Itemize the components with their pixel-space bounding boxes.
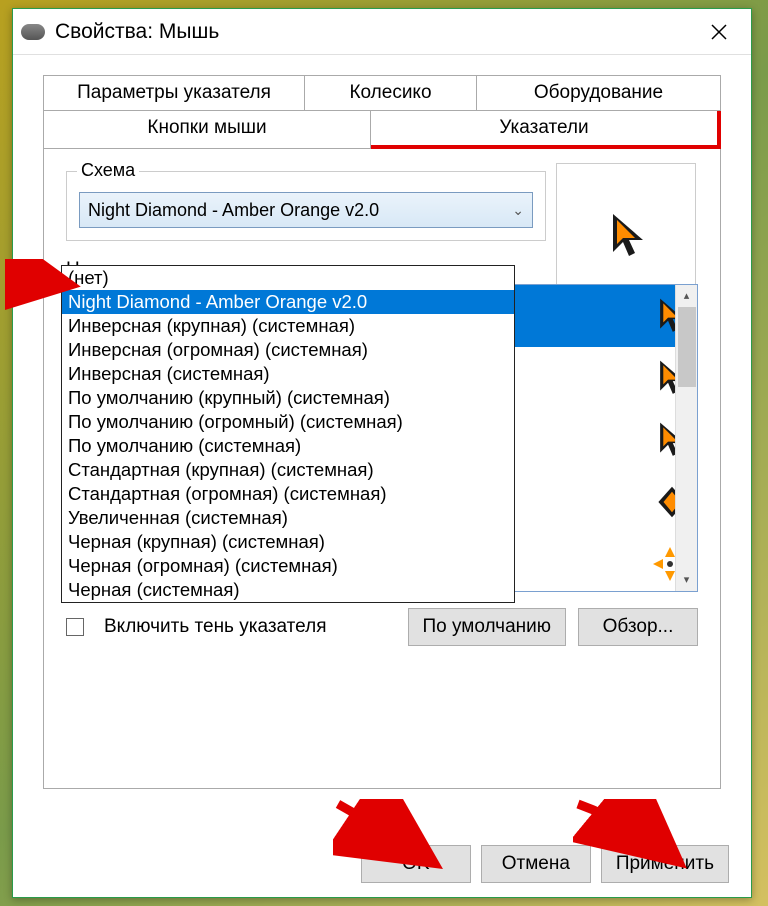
amber-cursor-icon [607,212,645,254]
cancel-button[interactable]: Отмена [481,845,591,883]
titlebar: Свойства: Мышь [13,9,751,55]
tab-wheel[interactable]: Колесико [305,75,477,111]
scheme-option[interactable]: Черная (системная) [62,578,514,602]
shadow-label: Включить тень указателя [104,616,326,638]
scheme-option[interactable]: Стандартная (огромная) (системная) [62,482,514,506]
tab-pointer-options[interactable]: Параметры указателя [43,75,305,111]
browse-button[interactable]: Обзор... [578,608,698,646]
apply-button[interactable]: Применить [601,845,729,883]
dialog-button-row: OK Отмена Применить [361,845,729,883]
scheme-option[interactable]: (нет) [62,266,514,290]
scheme-fieldset: Схема Night Diamond - Amber Orange v2.0 … [66,171,546,241]
scheme-label: Схема [77,160,139,181]
cursor-preview-box [556,163,696,303]
scheme-option[interactable]: Черная (огромная) (системная) [62,554,514,578]
tab-pointers[interactable]: Указатели [371,111,721,149]
scheme-option[interactable]: По умолчанию (крупный) (системная) [62,386,514,410]
chevron-down-icon: ⌄ [512,202,524,219]
tab-buttons[interactable]: Кнопки мыши [43,111,371,149]
scroll-down-icon[interactable]: ▾ [676,569,697,591]
ok-button[interactable]: OK [361,845,471,883]
scheme-dropdown-list[interactable]: (нет) Night Diamond - Amber Orange v2.0 … [61,265,515,603]
scheme-option[interactable]: Инверсная (огромная) (системная) [62,338,514,362]
scheme-option[interactable]: Инверсная (системная) [62,362,514,386]
scheme-option[interactable]: Night Diamond - Amber Orange v2.0 [62,290,514,314]
scheme-dropdown[interactable]: Night Diamond - Amber Orange v2.0 ⌄ [79,192,533,228]
mouse-properties-dialog: Свойства: Мышь Параметры указателя Колес… [12,8,752,898]
mouse-icon [21,24,45,40]
window-title: Свойства: Мышь [55,20,695,44]
listbox-scrollbar[interactable]: ▴ ▾ [675,285,697,591]
default-button[interactable]: По умолчанию [408,608,567,646]
scroll-up-icon[interactable]: ▴ [676,285,697,307]
scheme-option[interactable]: Черная (крупная) (системная) [62,530,514,554]
tab-hardware[interactable]: Оборудование [477,75,721,111]
scheme-option[interactable]: Увеличенная (системная) [62,506,514,530]
shadow-checkbox[interactable] [66,618,84,636]
scheme-option[interactable]: Инверсная (крупная) (системная) [62,314,514,338]
controls-row: Включить тень указателя По умолчанию Обз… [66,608,698,646]
scheme-selected-value: Night Diamond - Amber Orange v2.0 [88,200,512,221]
scheme-option[interactable]: По умолчанию (системная) [62,434,514,458]
scroll-thumb[interactable] [678,307,696,387]
scheme-option[interactable]: По умолчанию (огромный) (системная) [62,410,514,434]
tab-strip: Параметры указателя Колесико Оборудовани… [43,75,721,149]
close-button[interactable] [695,13,743,51]
scheme-option[interactable]: Стандартная (крупная) (системная) [62,458,514,482]
